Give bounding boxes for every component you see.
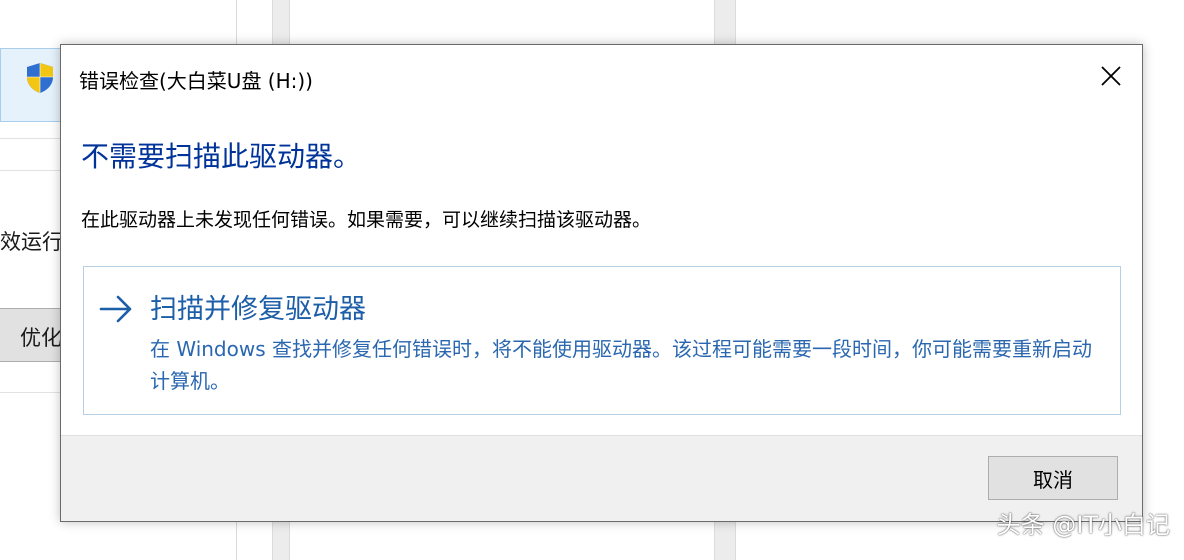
close-icon — [1101, 66, 1121, 86]
arrow-right-icon — [99, 295, 132, 323]
scan-and-repair-link[interactable]: 扫描并修复驱动器 在 Windows 查找并修复任何错误时，将不能使用驱动器。该… — [83, 266, 1121, 415]
dialog-heading: 不需要扫描此驱动器。 — [81, 140, 362, 173]
uac-shield-icon — [27, 63, 53, 93]
error-check-dialog: 错误检查(大白菜U盘 (H:)) 不需要扫描此驱动器。 在此驱动器上未发现任何错… — [60, 44, 1143, 522]
watermark-text: 头条 @IT小白记 — [996, 511, 1170, 539]
dialog-title: 错误检查(大白菜U盘 (H:)) — [79, 69, 313, 93]
background-text-fragment: 效运行 — [0, 230, 63, 254]
scan-and-repair-description: 在 Windows 查找并修复任何错误时，将不能使用驱动器。该过程可能需要一段时… — [150, 337, 1092, 393]
background-divider — [0, 138, 62, 139]
dialog-footer: 取消 — [61, 435, 1142, 521]
close-button[interactable] — [1080, 45, 1142, 107]
background-optimize-label: 优化 — [20, 326, 62, 350]
cancel-button[interactable]: 取消 — [988, 456, 1118, 500]
scan-and-repair-title: 扫描并修复驱动器 — [150, 294, 366, 325]
background-divider — [0, 392, 62, 393]
dialog-description: 在此驱动器上未发现任何错误。如果需要，可以继续扫描该驱动器。 — [81, 209, 652, 231]
background-divider — [0, 170, 62, 171]
